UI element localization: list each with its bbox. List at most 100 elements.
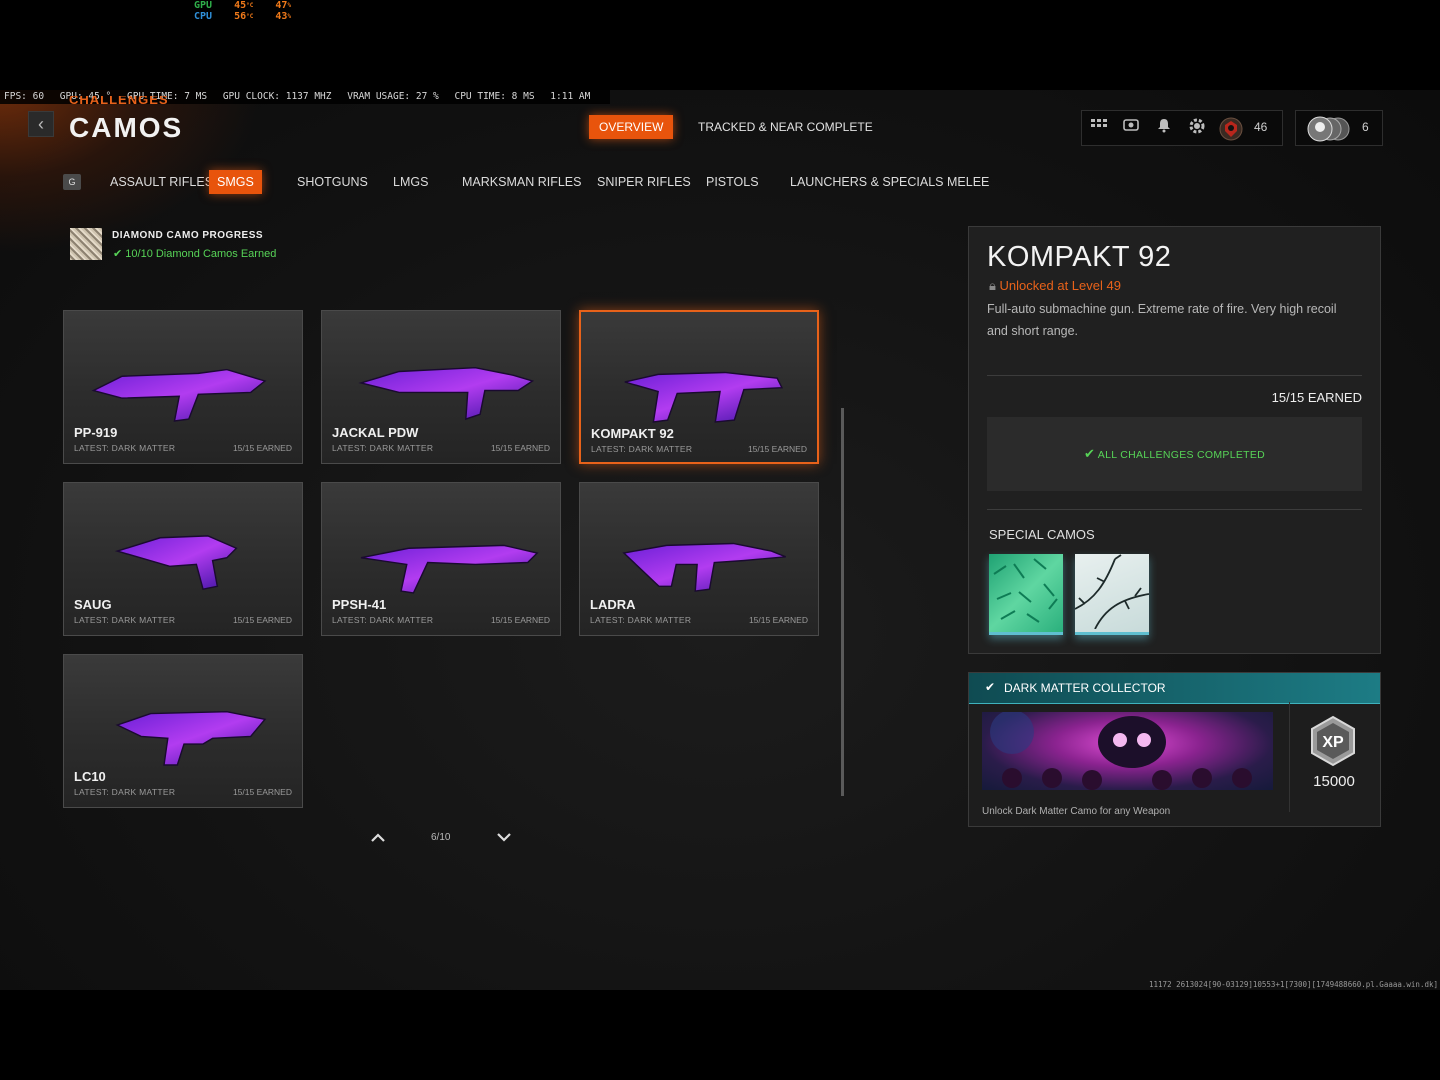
- detail-weapon-name: KOMPAKT 92: [987, 241, 1172, 273]
- weapon-earned: 15/15 EARNED: [748, 615, 808, 625]
- weapon-name: LC10: [74, 769, 106, 784]
- prev-category-key-hint[interactable]: G: [63, 174, 81, 190]
- challenges-status-box: ✔ ALL CHALLENGES COMPLETED: [987, 417, 1362, 491]
- page-title: CAMOS: [69, 112, 184, 143]
- gpu-temp: 45: [234, 0, 247, 11]
- diamond-progress-status: ✔ 10/10 Diamond Camos Earned: [113, 247, 276, 260]
- diamond-camo-icon: [70, 228, 102, 260]
- page-up-chevron-icon[interactable]: [370, 830, 386, 844]
- category-marksman-rifles[interactable]: MARKSMAN RIFLES: [454, 170, 589, 194]
- back-button[interactable]: ‹: [28, 111, 54, 137]
- weapon-latest-camo: LATEST: DARK MATTER: [332, 443, 434, 453]
- vram-stat: VRAM USAGE: 27 %: [347, 91, 439, 102]
- weapon-card[interactable]: LC10 LATEST: DARK MATTER 15/15 EARNED: [63, 654, 303, 808]
- svg-text:XP: XP: [1322, 734, 1344, 751]
- weapon-image: [622, 542, 786, 592]
- rank-emblem-icon: [1218, 117, 1244, 141]
- weapon-earned: 15/15 EARNED: [232, 787, 292, 797]
- reward-panel: ✔ DARK MATTER COLLECTOR XP 15000 Unlock …: [968, 672, 1381, 827]
- tab-tracked-near-complete[interactable]: TRACKED & NEAR COMPLETE: [688, 115, 883, 139]
- check-icon: ✔: [985, 680, 996, 694]
- category-launchers-specials[interactable]: LAUNCHERS & SPECIALS: [782, 170, 952, 194]
- challenges-status: ✔ ALL CHALLENGES COMPLETED: [987, 446, 1362, 462]
- weapon-image: [624, 371, 784, 423]
- category-pistols[interactable]: PISTOLS: [698, 170, 767, 194]
- player-level: 46: [1254, 120, 1268, 134]
- detail-unlock-text: Unlocked at Level 49: [999, 278, 1121, 293]
- weapon-card[interactable]: SAUG LATEST: DARK MATTER 15/15 EARNED: [63, 482, 303, 636]
- special-camo-tile-2[interactable]: [1074, 554, 1150, 635]
- camera-icon[interactable]: [1120, 117, 1142, 139]
- weapon-latest-camo: LATEST: DARK MATTER: [74, 615, 176, 625]
- weapon-card[interactable]: LADRA LATEST: DARK MATTER 15/15 EARNED: [579, 482, 819, 636]
- cpu-label: CPU: [194, 11, 213, 22]
- category-melee[interactable]: MELEE: [939, 170, 997, 194]
- tab-overview[interactable]: OVERVIEW: [589, 115, 674, 139]
- weapon-detail-panel: KOMPAKT 92 🔒︎ Unlocked at Level 49 Full-…: [968, 226, 1381, 654]
- prestige-panel: 6: [1295, 110, 1383, 146]
- weapon-image: [358, 366, 535, 421]
- page-indicator: 6/10: [431, 832, 451, 843]
- reward-xp-amount: 15000: [1313, 773, 1355, 790]
- weapon-latest-camo: LATEST: DARK MATTER: [590, 615, 692, 625]
- weapon-image: [91, 368, 267, 422]
- category-lmgs[interactable]: LMGS: [385, 170, 436, 194]
- category-assault-rifles[interactable]: ASSAULT RIFLES: [102, 170, 221, 194]
- diamond-progress-text: 10/10 Diamond Camos Earned: [125, 248, 277, 260]
- lock-icon: 🔒︎: [989, 278, 996, 293]
- weapon-name: JACKAL PDW: [332, 425, 419, 440]
- weapon-card[interactable]: PP-919 LATEST: DARK MATTER 15/15 EARNED: [63, 310, 303, 464]
- grid-scrollbar[interactable]: [841, 408, 844, 796]
- prestige-emblem-icon: [1302, 115, 1350, 148]
- detail-unlock-status: 🔒︎ Unlocked at Level 49: [989, 278, 1121, 294]
- fps-stat: FPS: 60: [4, 91, 45, 102]
- special-camo-tile-1[interactable]: [989, 554, 1063, 635]
- weapon-latest-camo: LATEST: DARK MATTER: [591, 444, 693, 454]
- gpu-load-unit: %: [287, 2, 292, 9]
- weapon-earned: 15/15 EARNED: [747, 444, 807, 454]
- challenges-status-text: ALL CHALLENGES COMPLETED: [1097, 449, 1266, 461]
- page-down-chevron-icon[interactable]: [496, 830, 512, 844]
- weapon-image: [115, 710, 267, 766]
- cpu-temp: 56: [234, 11, 247, 22]
- reward-description: Unlock Dark Matter Camo for any Weapon: [982, 806, 1171, 817]
- weapon-name: LADRA: [590, 597, 636, 612]
- weapon-card[interactable]: JACKAL PDW LATEST: DARK MATTER 15/15 EARNE…: [321, 310, 561, 464]
- breadcrumb: CHALLENGES: [69, 96, 169, 106]
- weapon-earned: 15/15 EARNED: [232, 615, 292, 625]
- reward-calling-card: [982, 710, 1273, 790]
- weapon-name: PPSH-41: [332, 597, 387, 612]
- game-viewport: FPS: 60 GPU: 45 ° GPU TIME: 7 MS GPU CLO…: [0, 90, 1440, 990]
- cpu-time-stat: CPU TIME: 8 MS: [454, 91, 535, 102]
- reward-header: ✔ DARK MATTER COLLECTOR: [969, 673, 1380, 704]
- special-divider: [987, 509, 1362, 510]
- detail-divider: [987, 375, 1362, 376]
- detail-description: Full-auto submachine gun. Extreme rate o…: [987, 302, 1337, 338]
- category-sniper-rifles[interactable]: SNIPER RIFLES: [589, 170, 699, 194]
- bell-icon[interactable]: [1153, 117, 1175, 139]
- weapon-latest-camo: LATEST: DARK MATTER: [74, 443, 176, 453]
- gpu-label: GPU: [194, 0, 213, 11]
- check-icon: ✔: [1083, 446, 1096, 461]
- gpu-load: 47: [275, 0, 288, 11]
- clock-stat: 1:11 AM: [550, 91, 591, 102]
- build-string: 11172 2613024[90-03129]10553+1[7300][174…: [1149, 980, 1438, 989]
- prestige-number: 6: [1362, 120, 1369, 134]
- weapon-earned: 15/15 EARNED: [490, 443, 550, 453]
- weapon-card[interactable]: KOMPAKT 92 LATEST: DARK MATTER 15/15 EARNE…: [579, 310, 819, 464]
- weapon-earned: 15/15 EARNED: [232, 443, 292, 453]
- grid-menu-icon[interactable]: [1088, 117, 1110, 139]
- weapon-latest-camo: LATEST: DARK MATTER: [332, 615, 434, 625]
- weapon-image: [114, 535, 238, 591]
- hud-toolbar: 46: [1081, 110, 1283, 146]
- gear-icon[interactable]: [1186, 117, 1208, 139]
- diamond-progress-title: DIAMOND CAMO PROGRESS: [112, 230, 264, 241]
- weapon-latest-camo: LATEST: DARK MATTER: [74, 787, 176, 797]
- weapon-card[interactable]: PPSH-41 LATEST: DARK MATTER 15/15 EARNED: [321, 482, 561, 636]
- category-smgs[interactable]: SMGS: [209, 170, 262, 194]
- weapon-image: [360, 544, 539, 594]
- reward-divider: [1289, 702, 1290, 812]
- hardware-monitor: GPU 45°C 47% CPU 56°C 43%: [194, 0, 291, 22]
- cpu-load-unit: %: [287, 13, 292, 20]
- category-shotguns[interactable]: SHOTGUNS: [289, 170, 376, 194]
